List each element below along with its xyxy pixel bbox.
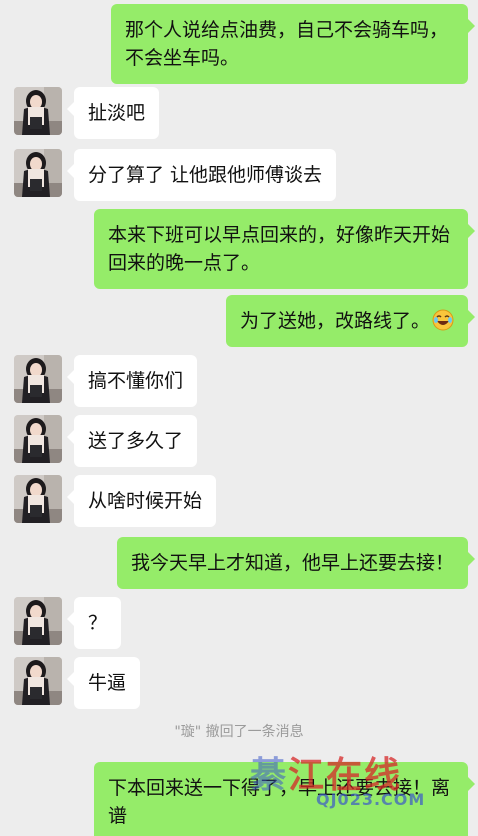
outgoing-message[interactable]: 下本回来送一下得了，早上还要去接！离谱 bbox=[94, 762, 475, 836]
incoming-message[interactable]: 从啥时候开始 bbox=[66, 475, 217, 527]
outgoing-message[interactable]: 本来下班可以早点回来的，好像昨天开始回来的晚一点了。 bbox=[94, 209, 475, 289]
avatar-image bbox=[14, 87, 62, 135]
avatar[interactable] bbox=[14, 475, 62, 523]
outgoing-message[interactable]: 我今天早上才知道，他早上还要去接！ bbox=[116, 537, 476, 589]
avatar-image bbox=[14, 415, 62, 463]
avatar[interactable] bbox=[14, 149, 62, 197]
incoming-message[interactable]: 送了多久了 bbox=[66, 415, 198, 467]
avatar-image bbox=[14, 475, 62, 523]
avatar[interactable] bbox=[14, 657, 62, 705]
outgoing-message[interactable]: 为了送她，改路线了。 bbox=[225, 295, 476, 347]
avatar[interactable] bbox=[14, 87, 62, 135]
avatar-image bbox=[14, 597, 62, 645]
laugh-cry-emoji-icon bbox=[432, 309, 454, 331]
avatar[interactable] bbox=[14, 355, 62, 403]
recall-notice: "璇" 撤回了一条消息 bbox=[174, 724, 304, 740]
avatar-image bbox=[14, 149, 62, 197]
incoming-message[interactable]: 搞不懂你们 bbox=[66, 355, 198, 407]
avatar[interactable] bbox=[14, 415, 62, 463]
incoming-message[interactable]: ？ bbox=[66, 597, 122, 649]
avatar-image bbox=[14, 657, 62, 705]
avatar-image bbox=[14, 355, 62, 403]
incoming-message[interactable]: 牛逼 bbox=[66, 657, 141, 709]
incoming-message[interactable]: 扯淡吧 bbox=[66, 87, 160, 139]
outgoing-message[interactable]: 那个人说给点油费，自己不会骑车吗，不会坐车吗。 bbox=[111, 4, 475, 84]
message-text: 为了送她，改路线了。 bbox=[239, 310, 430, 332]
chat-window: 那个人说给点油费，自己不会骑车吗，不会坐车吗。 扯淡吧 分了算了 让他跟他师傅谈… bbox=[0, 0, 478, 836]
incoming-message[interactable]: 分了算了 让他跟他师傅谈去 bbox=[66, 149, 337, 201]
avatar[interactable] bbox=[14, 597, 62, 645]
